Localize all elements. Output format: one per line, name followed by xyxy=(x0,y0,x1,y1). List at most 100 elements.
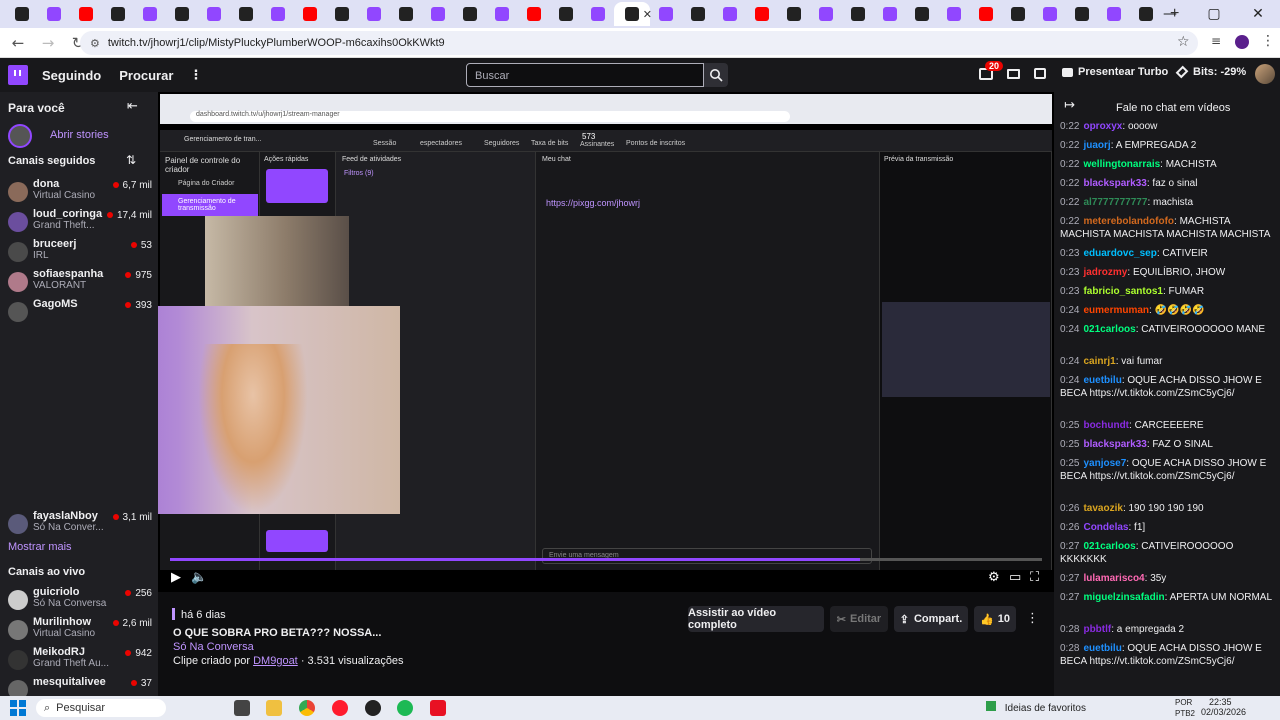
open-stories-link[interactable]: Abrir stories xyxy=(50,129,109,141)
chat-username[interactable]: bochundt xyxy=(1083,420,1129,431)
chat-username[interactable]: blackspark33 xyxy=(1083,439,1146,450)
browser-tab[interactable] xyxy=(906,2,938,26)
chat-username[interactable]: 021carloos xyxy=(1083,324,1135,335)
bookmark-star-icon[interactable]: ☆ xyxy=(1177,34,1190,50)
chat-username[interactable]: eduardovc_sep xyxy=(1083,248,1156,259)
browser-tab[interactable] xyxy=(230,2,262,26)
minimize-icon[interactable]: — xyxy=(1148,0,1192,28)
task-view-icon[interactable] xyxy=(234,700,250,716)
browser-tab[interactable] xyxy=(166,2,198,26)
chat-username[interactable]: wellingtonarrais xyxy=(1083,159,1160,170)
collapse-chat-icon[interactable]: ↦ xyxy=(1064,98,1075,113)
browser-tab[interactable] xyxy=(102,2,134,26)
browser-tab[interactable] xyxy=(650,2,682,26)
browser-tab[interactable] xyxy=(874,2,906,26)
chat-username[interactable]: jadrozmy xyxy=(1083,267,1127,278)
browser-tab[interactable] xyxy=(70,2,102,26)
chat-username[interactable]: tavaozik xyxy=(1083,503,1122,514)
browser-tab[interactable] xyxy=(714,2,746,26)
browser-tab[interactable] xyxy=(778,2,810,26)
sidebar-channel[interactable]: Murilinhow Virtual Casino 2,6 mil xyxy=(8,616,156,646)
browser-tab[interactable] xyxy=(810,2,842,26)
search-input[interactable]: Buscar xyxy=(466,63,704,87)
sidebar-channel[interactable]: bruceerj IRL 53 xyxy=(8,238,156,268)
chat-username[interactable]: miguelzinsafadin xyxy=(1083,592,1164,603)
chat-username[interactable]: Condelas xyxy=(1083,522,1128,533)
clip-video-player[interactable]: dashboard.twitch.tv/u/jhowrj1/stream-man… xyxy=(158,92,1054,592)
browser-tab[interactable] xyxy=(262,2,294,26)
chat-username[interactable]: yanjose7 xyxy=(1083,458,1126,469)
turbo-button[interactable]: Presentear Turbo xyxy=(1062,66,1168,78)
sort-icon[interactable]: ⇅ xyxy=(126,153,136,167)
file-explorer-icon[interactable] xyxy=(266,700,282,716)
collapse-sidebar-icon[interactable]: ⇤ xyxy=(127,99,138,114)
browser-tab[interactable] xyxy=(390,2,422,26)
chrome-icon[interactable] xyxy=(299,700,315,716)
browser-tab[interactable] xyxy=(746,2,778,26)
browser-tab[interactable] xyxy=(1098,2,1130,26)
recorder-icon[interactable] xyxy=(430,700,446,716)
show-more-link[interactable]: Mostrar mais xyxy=(8,541,72,553)
media-control-icon[interactable]: ≡ xyxy=(1211,34,1221,48)
sidebar-channel[interactable]: guicriolo Só Na Conversa 256 xyxy=(8,586,156,616)
sidebar-channel[interactable]: GagoMS 393 xyxy=(8,298,156,328)
forward-icon[interactable]: → xyxy=(36,31,60,55)
chat-username[interactable]: euetbilu xyxy=(1083,643,1121,654)
browser-tab[interactable] xyxy=(582,2,614,26)
app-icon[interactable] xyxy=(365,700,381,716)
profile-avatar[interactable] xyxy=(1235,35,1249,49)
browser-tab[interactable] xyxy=(294,2,326,26)
browser-tab[interactable] xyxy=(6,2,38,26)
back-icon[interactable]: ← xyxy=(6,31,30,55)
clip-category[interactable]: Só Na Conversa xyxy=(173,641,254,653)
browser-tab[interactable] xyxy=(842,2,874,26)
browser-tab[interactable] xyxy=(550,2,582,26)
sidebar-channel[interactable]: loud_coringa Grand Theft... 17,4 mil xyxy=(8,208,156,238)
site-info-icon[interactable]: ⚙ xyxy=(90,37,100,50)
settings-icon[interactable]: ⚙ xyxy=(988,570,1000,585)
browser-tab[interactable] xyxy=(38,2,70,26)
chat-username[interactable]: al7777777777 xyxy=(1083,197,1147,208)
edit-button[interactable]: ✂ Editar xyxy=(830,606,888,632)
chat-username[interactable]: juaorj xyxy=(1083,140,1110,151)
chat-username[interactable]: cainrj1 xyxy=(1083,356,1115,367)
sidebar-channel[interactable]: sofiaespanha VALORANT 975 xyxy=(8,268,156,298)
browser-tab[interactable] xyxy=(326,2,358,26)
browser-tab[interactable] xyxy=(518,2,550,26)
close-window-icon[interactable]: ✕ xyxy=(1236,0,1280,28)
browser-tab[interactable] xyxy=(422,2,454,26)
browser-tab[interactable] xyxy=(1002,2,1034,26)
browser-tab[interactable] xyxy=(486,2,518,26)
chat-username[interactable]: blackspark33 xyxy=(1083,178,1146,189)
browser-tab[interactable] xyxy=(198,2,230,26)
sidebar-channel[interactable]: MeikodRJ Grand Theft Au... 942 xyxy=(8,646,156,676)
browser-tab[interactable] xyxy=(938,2,970,26)
news-widget[interactable]: Ideias de favoritos xyxy=(986,701,1086,714)
inbox-icon[interactable] xyxy=(1007,69,1020,79)
volume-icon[interactable]: 🔈 xyxy=(191,570,207,585)
url-bar[interactable]: ⚙ twitch.tv/jhowrj1/clip/MistyPluckyPlum… xyxy=(80,31,1198,55)
search-icon[interactable] xyxy=(704,63,728,87)
browser-tab[interactable] xyxy=(1034,2,1066,26)
browser-tab[interactable] xyxy=(970,2,1002,26)
stories-avatar[interactable] xyxy=(8,124,32,148)
browser-tab[interactable] xyxy=(358,2,390,26)
like-button[interactable]: 👍 10 xyxy=(974,606,1016,632)
bits-button[interactable]: Bits: -29% xyxy=(1175,65,1246,79)
more-menu-icon[interactable]: ⋮ xyxy=(189,68,202,83)
chat-username[interactable]: eumermuman xyxy=(1083,305,1149,316)
browser-tab[interactable] xyxy=(1066,2,1098,26)
whispers-icon[interactable] xyxy=(1034,68,1046,79)
chat-username[interactable]: 021carloos xyxy=(1083,541,1135,552)
chat-username[interactable]: euetbilu xyxy=(1083,375,1121,386)
browser-tab[interactable] xyxy=(134,2,166,26)
chat-username[interactable]: pbbtlf xyxy=(1083,624,1111,635)
user-avatar[interactable] xyxy=(1255,64,1275,84)
nav-following[interactable]: Seguindo xyxy=(42,68,101,83)
spotify-icon[interactable] xyxy=(397,700,413,716)
language-indicator[interactable]: POR PTB2 xyxy=(1175,697,1197,719)
watch-full-video-button[interactable]: Assistir ao vídeo completo xyxy=(688,606,824,632)
theatre-mode-icon[interactable]: ▭ xyxy=(1009,570,1021,585)
browser-tab[interactable]: ✕ xyxy=(614,2,652,26)
share-button[interactable]: ⇪ Compart. xyxy=(894,606,968,632)
